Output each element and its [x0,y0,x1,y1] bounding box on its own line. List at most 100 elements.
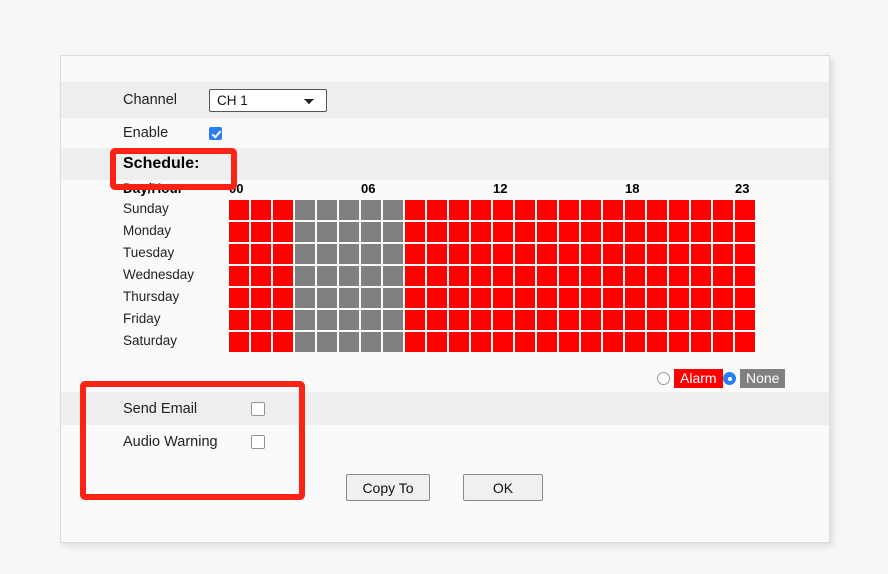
schedule-cell[interactable] [537,244,557,264]
schedule-cell[interactable] [251,222,271,242]
schedule-cell[interactable] [295,200,315,220]
schedule-cell[interactable] [427,200,447,220]
schedule-cell[interactable] [581,266,601,286]
schedule-cell[interactable] [493,200,513,220]
schedule-cell[interactable] [405,310,425,330]
schedule-cell[interactable] [603,310,623,330]
schedule-cell[interactable] [625,332,645,352]
schedule-cell[interactable] [251,244,271,264]
schedule-cell[interactable] [559,244,579,264]
schedule-cell[interactable] [471,222,491,242]
schedule-cell[interactable] [735,266,755,286]
schedule-cell[interactable] [537,200,557,220]
schedule-cell[interactable] [669,266,689,286]
schedule-cell[interactable] [383,200,403,220]
schedule-cell[interactable] [339,310,359,330]
schedule-cell[interactable] [339,200,359,220]
schedule-cell[interactable] [713,200,733,220]
send-email-checkbox[interactable] [251,401,265,416]
schedule-cell[interactable] [559,222,579,242]
schedule-cell[interactable] [427,288,447,308]
schedule-cell[interactable] [251,288,271,308]
schedule-cell[interactable] [229,266,249,286]
schedule-cell[interactable] [427,222,447,242]
schedule-cell[interactable] [361,310,381,330]
enable-checkbox[interactable] [209,126,222,140]
schedule-cell[interactable] [339,222,359,242]
schedule-cell[interactable] [669,244,689,264]
schedule-cell[interactable] [625,288,645,308]
schedule-cell[interactable] [229,288,249,308]
schedule-cell[interactable] [449,332,469,352]
schedule-cell[interactable] [229,222,249,242]
schedule-cell[interactable] [317,288,337,308]
legend-alarm-group[interactable]: Alarm [657,369,723,388]
legend-none-group[interactable]: None [723,369,786,388]
schedule-cell[interactable] [405,200,425,220]
schedule-cell[interactable] [735,288,755,308]
schedule-cell[interactable] [603,244,623,264]
schedule-cell[interactable] [273,200,293,220]
schedule-cell[interactable] [273,244,293,264]
schedule-cell[interactable] [273,222,293,242]
schedule-cell[interactable] [427,244,447,264]
schedule-cell[interactable] [449,200,469,220]
schedule-cell[interactable] [515,266,535,286]
schedule-cell[interactable] [537,222,557,242]
schedule-cell[interactable] [625,310,645,330]
schedule-cell[interactable] [493,332,513,352]
schedule-cell[interactable] [449,310,469,330]
schedule-cell[interactable] [295,310,315,330]
schedule-grid[interactable]: Sunday Monday Tuesday Wednesday Thursday Frid… [61,200,829,352]
schedule-cell[interactable] [317,244,337,264]
schedule-cell[interactable] [493,288,513,308]
schedule-cell[interactable] [493,244,513,264]
schedule-cell[interactable] [625,244,645,264]
schedule-cell[interactable] [383,332,403,352]
schedule-cell[interactable] [603,266,623,286]
schedule-cell[interactable] [713,266,733,286]
schedule-cell[interactable] [449,288,469,308]
schedule-cell[interactable] [581,222,601,242]
schedule-cell[interactable] [405,332,425,352]
schedule-cell[interactable] [383,244,403,264]
schedule-cell[interactable] [647,288,667,308]
schedule-cell[interactable] [361,266,381,286]
schedule-cell[interactable] [735,310,755,330]
schedule-cell[interactable] [383,266,403,286]
schedule-cell[interactable] [669,200,689,220]
schedule-cell[interactable] [449,222,469,242]
schedule-cell[interactable] [493,222,513,242]
schedule-cell[interactable] [647,222,667,242]
schedule-cell[interactable] [449,266,469,286]
schedule-cell[interactable] [581,310,601,330]
schedule-cell[interactable] [647,200,667,220]
schedule-cell[interactable] [559,288,579,308]
schedule-cell[interactable] [493,266,513,286]
schedule-cell[interactable] [317,266,337,286]
schedule-cell[interactable] [493,310,513,330]
schedule-cell[interactable] [273,332,293,352]
schedule-cell[interactable] [471,244,491,264]
schedule-cell[interactable] [361,222,381,242]
schedule-cell[interactable] [559,200,579,220]
schedule-cell[interactable] [537,310,557,330]
schedule-cell[interactable] [339,332,359,352]
schedule-cell[interactable] [625,266,645,286]
schedule-cell[interactable] [581,288,601,308]
schedule-cell[interactable] [515,310,535,330]
schedule-cell[interactable] [691,222,711,242]
schedule-cell[interactable] [471,332,491,352]
schedule-cell[interactable] [317,332,337,352]
schedule-cell[interactable] [713,288,733,308]
schedule-cell[interactable] [713,222,733,242]
schedule-cell[interactable] [691,332,711,352]
alarm-radio[interactable] [657,372,670,385]
schedule-cell[interactable] [669,288,689,308]
schedule-cell[interactable] [515,222,535,242]
schedule-cell[interactable] [295,266,315,286]
schedule-cell[interactable] [713,332,733,352]
schedule-cell[interactable] [647,244,667,264]
schedule-cell[interactable] [735,200,755,220]
schedule-cell[interactable] [669,222,689,242]
